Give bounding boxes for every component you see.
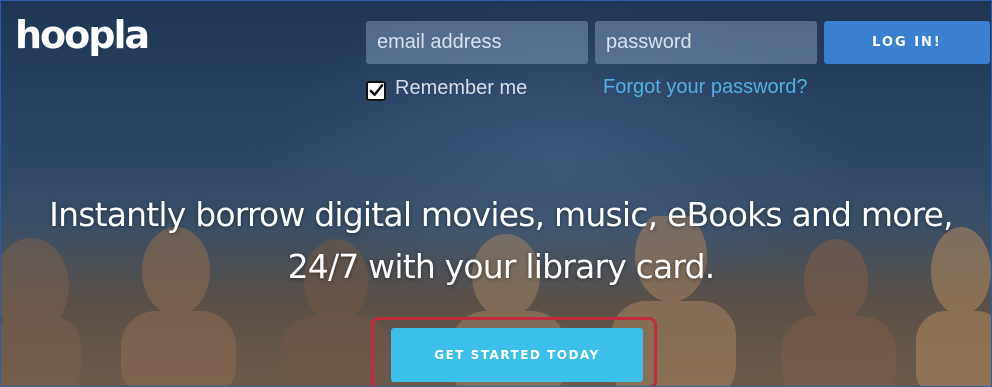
get-started-button[interactable]: GET STARTED TODAY <box>391 328 643 382</box>
hoopla-logo[interactable]: hoopla <box>15 15 150 55</box>
hero-headline: Instantly borrow digital movies, music, … <box>1 189 991 293</box>
remember-me-label: Remember me <box>395 76 528 99</box>
checkmark-icon <box>369 84 384 96</box>
email-input[interactable] <box>366 21 588 64</box>
hero-page: hoopla LOG IN! Remember me Forgot your p… <box>0 0 992 387</box>
hero-headline-line-1: Instantly borrow digital movies, music, … <box>49 195 953 234</box>
remember-me-checkbox[interactable] <box>366 81 386 101</box>
login-button[interactable]: LOG IN! <box>824 21 990 64</box>
password-input[interactable] <box>595 21 817 64</box>
hero-headline-line-2: 24/7 with your library card. <box>287 247 716 286</box>
remember-me-row: Remember me <box>366 75 527 101</box>
forgot-password-link[interactable]: Forgot your password? <box>603 76 808 99</box>
